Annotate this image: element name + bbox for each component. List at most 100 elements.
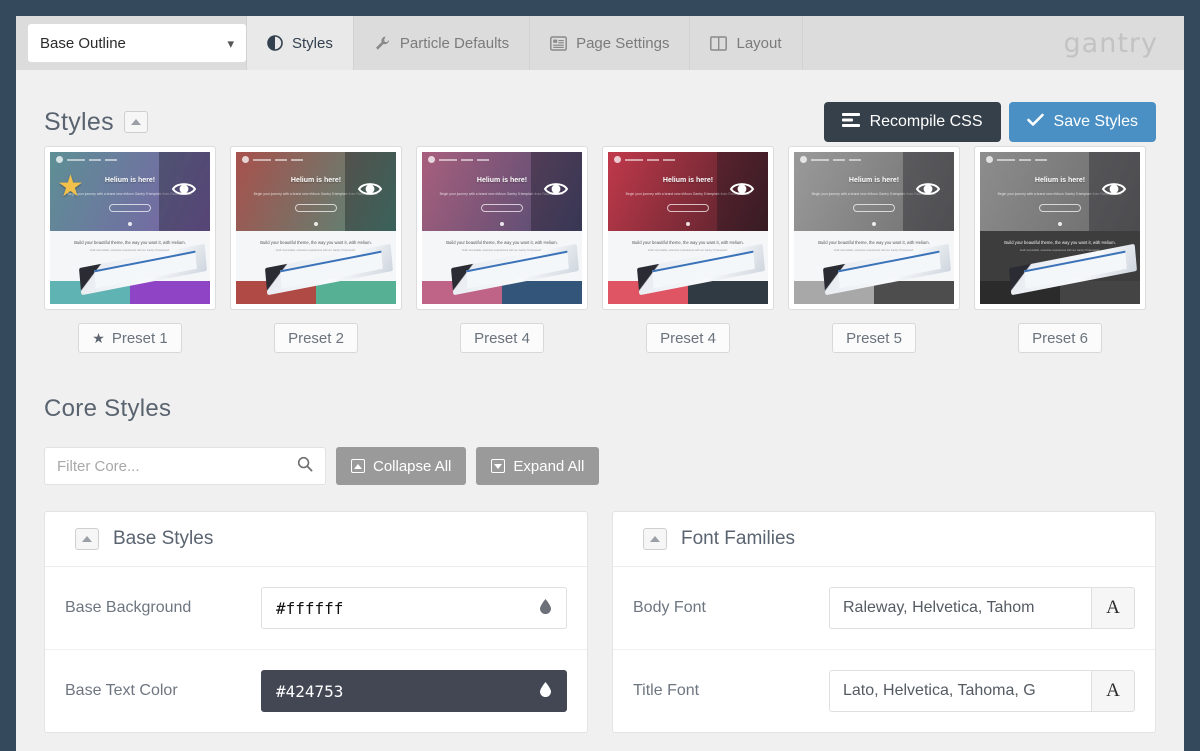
preset-select-button[interactable]: Preset 4 (460, 323, 544, 353)
preset-hero: Helium is here!Begin your journey with a… (980, 152, 1140, 231)
gantry-admin-window: Base Outline ▾ Styles Particle Defaults (16, 16, 1184, 751)
color-field-row: Base Background#ffffff (45, 567, 587, 650)
preset-item: Helium is here!Begin your journey with a… (602, 146, 774, 353)
font-families-fields: Body FontRaleway, Helvetica, TahomATitle… (613, 567, 1155, 732)
columns-icon (710, 36, 727, 51)
preset-select-button[interactable]: Preset 6 (1018, 323, 1102, 353)
header-actions: Recompile CSS Save Styles (824, 102, 1156, 142)
preset-label-row: ★Preset 1 (44, 323, 216, 353)
font-field-row: Title FontLato, Helvetica, Tahoma, GA (613, 650, 1155, 732)
preset-item: Helium is here!Begin your journey with a… (230, 146, 402, 353)
font-families-title: Font Families (681, 528, 795, 550)
preset-preview-button[interactable] (1089, 152, 1140, 231)
outline-select[interactable]: Base Outline ▾ (28, 24, 246, 62)
eye-icon (171, 176, 197, 207)
font-picker-icon[interactable]: A (1091, 670, 1135, 712)
preset-select-button[interactable]: ★Preset 1 (78, 323, 181, 353)
preset-hero-button (853, 204, 895, 212)
triangle-up-icon (82, 536, 92, 542)
preset-body: Build your beautiful theme, the way you … (608, 231, 768, 281)
color-control: #424753 (261, 670, 567, 712)
save-styles-button[interactable]: Save Styles (1009, 102, 1156, 142)
collapse-all-icon (351, 459, 365, 473)
preset-label: Preset 6 (1032, 330, 1088, 347)
preset-hero-button (481, 204, 523, 212)
preset-label-row: Preset 4 (416, 323, 588, 353)
preset-body: Build your beautiful theme, the way you … (236, 231, 396, 281)
preset-hero: Helium is here!Begin your journey with a… (422, 152, 582, 231)
field-label: Title Font (633, 682, 829, 700)
core-filter-row: Collapse All Expand All (44, 447, 1156, 485)
tab-layout[interactable]: Layout (690, 16, 802, 70)
preset-preview: Helium is here!Begin your journey with a… (794, 152, 954, 304)
filter-core-input[interactable] (57, 458, 297, 475)
styles-collapse-toggle[interactable] (124, 111, 148, 133)
preset-thumbnail[interactable]: Helium is here!Begin your journey with a… (602, 146, 774, 310)
page-title: Styles (44, 108, 114, 137)
preset-body-title: Build your beautiful theme, the way you … (608, 231, 768, 245)
preset-thumbnail[interactable]: Helium is here!Begin your journey with a… (44, 146, 216, 310)
star-icon: ★ (92, 330, 105, 347)
preset-body-title: Build your beautiful theme, the way you … (422, 231, 582, 245)
preset-select-button[interactable]: Preset 4 (646, 323, 730, 353)
preset-thumbnail[interactable]: Helium is here!Begin your journey with a… (230, 146, 402, 310)
preset-hero: Helium is here!Begin your journey with a… (794, 152, 954, 231)
droplet-icon[interactable] (539, 598, 552, 618)
preset-body: Build your beautiful theme, the way you … (422, 231, 582, 281)
tab-styles[interactable]: Styles (246, 16, 354, 70)
preset-preview: Helium is here!Begin your journey with a… (236, 152, 396, 304)
preset-preview-button[interactable] (903, 152, 954, 231)
core-styles-panels: Base Styles Base Background#ffffffBase T… (44, 511, 1156, 733)
preset-slider-dot (500, 222, 504, 226)
font-families-collapse-toggle[interactable] (643, 528, 667, 550)
font-field-row: Body FontRaleway, Helvetica, TahomA (613, 567, 1155, 650)
preset-preview-button[interactable] (717, 152, 768, 231)
color-input[interactable]: #424753 (261, 670, 567, 712)
preset-hero-button (1039, 204, 1081, 212)
preset-body: Build your beautiful theme, the way you … (980, 231, 1140, 281)
recompile-css-button[interactable]: Recompile CSS (824, 102, 1001, 142)
preset-body-title: Build your beautiful theme, the way you … (50, 231, 210, 245)
font-input[interactable]: Raleway, Helvetica, Tahom (829, 587, 1091, 629)
eye-icon (357, 176, 383, 207)
preset-thumbnail[interactable]: Helium is here!Begin your journey with a… (416, 146, 588, 310)
preset-list: Helium is here!Begin your journey with a… (44, 146, 1156, 353)
main-content: Styles Recompile CSS Save Styles (16, 70, 1184, 733)
base-styles-collapse-toggle[interactable] (75, 528, 99, 550)
preset-item: Helium is here!Begin your journey with a… (788, 146, 960, 353)
preset-thumbnail[interactable]: Helium is here!Begin your journey with a… (788, 146, 960, 310)
recompile-css-label: Recompile CSS (870, 113, 983, 131)
preset-item: Helium is here!Begin your journey with a… (44, 146, 216, 353)
font-picker-icon[interactable]: A (1091, 587, 1135, 629)
preset-select-button[interactable]: Preset 2 (274, 323, 358, 353)
collapse-all-button[interactable]: Collapse All (336, 447, 466, 485)
preset-label-row: Preset 4 (602, 323, 774, 353)
tab-particle-defaults[interactable]: Particle Defaults (354, 16, 530, 70)
tab-layout-label: Layout (736, 35, 781, 52)
preset-preview-button[interactable] (345, 152, 396, 231)
preset-label-row: Preset 5 (788, 323, 960, 353)
preset-slider-dot (314, 222, 318, 226)
preset-thumbnail[interactable]: Helium is here!Begin your journey with a… (974, 146, 1146, 310)
font-control: Lato, Helvetica, Tahoma, GA (829, 670, 1135, 712)
preset-hero: Helium is here!Begin your journey with a… (50, 152, 210, 231)
font-control: Raleway, Helvetica, TahomA (829, 587, 1135, 629)
preset-hero-button (109, 204, 151, 212)
preset-body: Build your beautiful theme, the way you … (50, 231, 210, 281)
field-label: Body Font (633, 599, 829, 617)
preset-select-button[interactable]: Preset 5 (832, 323, 916, 353)
eye-icon (729, 176, 755, 207)
color-field-row: Base Text Color#424753 (45, 650, 587, 732)
preset-label-row: Preset 6 (974, 323, 1146, 353)
preset-hero-button (667, 204, 709, 212)
preset-preview-button[interactable] (531, 152, 582, 231)
gantry-logo: gantry (1064, 16, 1184, 70)
tab-page-settings[interactable]: Page Settings (530, 16, 690, 70)
font-input[interactable]: Lato, Helvetica, Tahoma, G (829, 670, 1091, 712)
droplet-icon[interactable] (539, 681, 552, 701)
wrench-icon (374, 35, 391, 52)
expand-all-button[interactable]: Expand All (476, 447, 599, 485)
preset-preview-button[interactable] (159, 152, 210, 231)
preset-hero: Helium is here!Begin your journey with a… (608, 152, 768, 231)
color-input[interactable]: #ffffff (261, 587, 567, 629)
